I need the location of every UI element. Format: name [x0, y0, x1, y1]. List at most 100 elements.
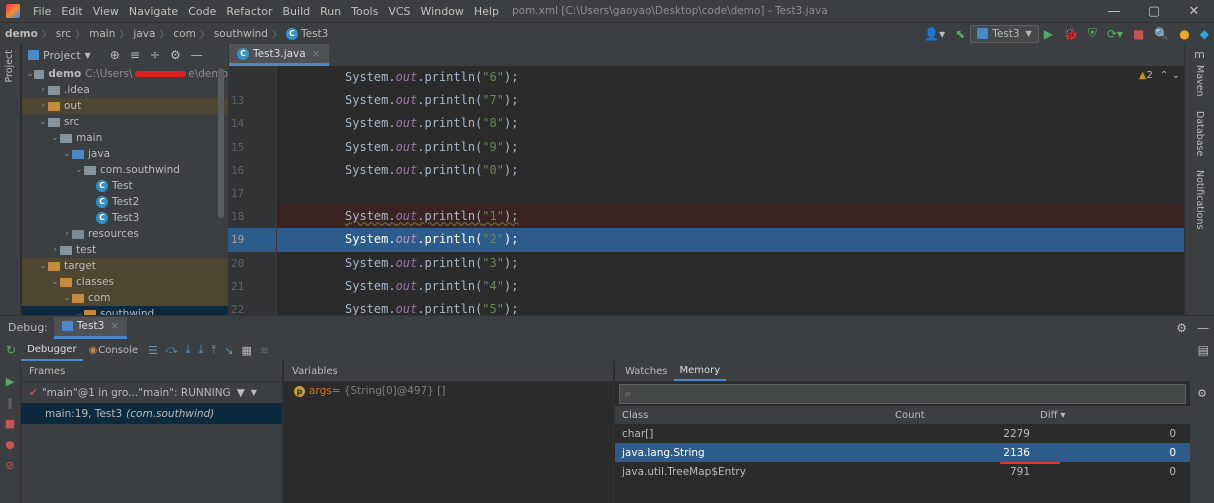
hide-icon[interactable]: — — [186, 48, 208, 62]
tree-item[interactable]: C Test3 — [22, 210, 228, 226]
search-icon[interactable]: 🔍 — [1149, 27, 1174, 41]
memory-row[interactable]: char[] 2279 0 — [615, 424, 1190, 443]
chevron-right-icon[interactable]: › — [50, 245, 60, 255]
tab-console[interactable]: ◉ Console — [83, 339, 144, 361]
breadcrumb-item[interactable]: Test3 — [301, 28, 328, 40]
chevron-down-icon[interactable]: ⌄ — [50, 277, 60, 287]
tree-item[interactable]: ⌄ classes — [22, 274, 228, 290]
evaluate-icon[interactable]: ▦ — [237, 344, 255, 357]
memory-row[interactable]: java.lang.String 2136 0 — [615, 443, 1190, 462]
run-to-cursor-icon[interactable]: ↘ — [220, 344, 237, 357]
breadcrumb-item[interactable]: demo — [5, 28, 38, 40]
expand-all-icon[interactable]: ≡ — [125, 48, 145, 62]
jetbrains-icon[interactable]: ◆ — [1195, 27, 1214, 41]
chevron-right-icon[interactable]: › — [62, 229, 72, 239]
update-icon[interactable]: ● — [1174, 27, 1194, 41]
menu-item[interactable]: Refactor — [221, 5, 277, 18]
tree-item[interactable]: › resources — [22, 226, 228, 242]
breadcrumb-item[interactable]: main — [89, 28, 115, 40]
chevron-down-icon[interactable]: ▼ — [251, 388, 257, 397]
right-stripe-button[interactable]: Database — [1194, 111, 1205, 156]
code-editor[interactable]: System.out.println("6"); System.out.print… — [276, 66, 1184, 315]
column-count[interactable]: Count — [895, 410, 1040, 421]
maximize-button[interactable]: ▢ — [1134, 4, 1174, 19]
breadcrumb-item[interactable]: src — [56, 28, 71, 40]
chevron-down-icon[interactable]: ⌄ — [38, 261, 48, 271]
pause-icon[interactable]: ‖ — [0, 396, 20, 409]
step-over-icon[interactable]: ⤼ — [162, 343, 182, 357]
minimize-button[interactable]: — — [1094, 4, 1134, 19]
project-panel-title[interactable]: Project — [43, 49, 81, 62]
menu-item[interactable]: View — [88, 5, 124, 18]
tree-item[interactable]: ⌄ southwind — [22, 306, 228, 315]
tree-item[interactable]: ⌄ com — [22, 290, 228, 306]
tree-item[interactable]: › .idea — [22, 82, 228, 98]
right-stripe-button[interactable]: Maven — [1194, 65, 1205, 97]
breadcrumb-item[interactable]: com — [173, 28, 195, 40]
profile-icon[interactable]: ⟳▾ — [1102, 27, 1128, 41]
menu-item[interactable]: Edit — [56, 5, 87, 18]
trace-icon[interactable]: ≋ — [256, 344, 273, 357]
column-diff[interactable]: Diff ▾ — [1040, 410, 1186, 421]
memory-row[interactable]: java.util.TreeMap$Entry 791 0 — [615, 462, 1190, 481]
close-icon[interactable]: × — [312, 48, 321, 60]
menu-item[interactable]: VCS — [383, 5, 415, 18]
view-breakpoints-icon[interactable]: ● — [0, 438, 20, 451]
chevron-down-icon[interactable]: ⌄ — [38, 117, 48, 127]
menu-item[interactable]: Build — [278, 5, 316, 18]
tree-item[interactable]: ⌄ com.southwind — [22, 162, 228, 178]
mute-breakpoints-icon[interactable]: ⊘ — [0, 459, 20, 472]
rerun-icon[interactable]: ↻ — [0, 343, 21, 357]
menu-item[interactable]: Help — [469, 5, 504, 18]
stop-icon[interactable]: ■ — [0, 417, 20, 430]
layout-icon[interactable]: ▤ — [1193, 343, 1214, 357]
prev-highlight-icon[interactable]: ⌃ — [1160, 70, 1168, 81]
hide-icon[interactable]: — — [1192, 321, 1214, 335]
chevron-down-icon[interactable]: ▼ — [85, 51, 91, 60]
tree-item[interactable]: ⌄ src — [22, 114, 228, 130]
class-search-input[interactable]: ⌕ — [619, 384, 1186, 404]
debug-config-tab[interactable]: Test3 × — [53, 316, 128, 339]
breadcrumb-item[interactable]: southwind — [214, 28, 268, 40]
tree-item[interactable]: › out — [22, 98, 228, 114]
tab-memory[interactable]: Memory — [673, 361, 727, 381]
menu-item[interactable]: Navigate — [124, 5, 183, 18]
close-button[interactable]: ✕ — [1174, 4, 1214, 19]
thread-selector[interactable]: ✔ "main"@1 in gro..."main": RUNNING ▼ ▼ — [21, 382, 282, 403]
tree-item[interactable]: C Test2 — [22, 194, 228, 210]
coverage-icon[interactable]: ⛨ — [1083, 26, 1102, 41]
chevron-down-icon[interactable]: ⌄ — [26, 69, 34, 79]
menu-item[interactable]: Code — [183, 5, 221, 18]
chevron-down-icon[interactable]: ⌄ — [74, 165, 84, 175]
stop-icon[interactable]: ■ — [1128, 27, 1149, 41]
chevron-down-icon[interactable]: ⌄ — [50, 133, 60, 143]
column-class[interactable]: Class — [615, 410, 895, 421]
tree-item[interactable]: › test — [22, 242, 228, 258]
chevron-down-icon[interactable]: ⌄ — [62, 293, 72, 303]
tree-item[interactable]: ⌄ java — [22, 146, 228, 162]
menu-item[interactable]: File — [28, 5, 56, 18]
user-icon[interactable]: 👤▾ — [919, 27, 950, 41]
tree-item[interactable]: ⌄ demo C:\Users\ e\demo — [22, 66, 228, 82]
locate-icon[interactable]: ⊕ — [105, 48, 125, 62]
tab-test3-java[interactable]: C Test3.java × — [229, 44, 329, 66]
chevron-right-icon[interactable]: › — [38, 101, 48, 111]
breadcrumb-item[interactable]: java — [133, 28, 155, 40]
menu-item[interactable]: Window — [416, 5, 469, 18]
gear-icon[interactable]: ⚙ — [1190, 387, 1214, 400]
tab-debugger[interactable]: Debugger — [21, 339, 83, 361]
stack-frame[interactable]: main:19, Test3 (com.southwind) — [21, 403, 282, 424]
tree-item[interactable]: C Test — [22, 178, 228, 194]
show-execution-point-icon[interactable]: ☰ — [144, 344, 162, 357]
step-out-icon[interactable]: ⤒ — [207, 343, 220, 357]
tab-watches[interactable]: Watches — [619, 361, 674, 381]
gear-icon[interactable]: ⚙ — [165, 48, 186, 62]
tree-scrollbar[interactable] — [218, 68, 224, 218]
run-config-select[interactable]: Test3 ▼ — [970, 24, 1039, 43]
right-stripe-button[interactable]: Notifications — [1194, 170, 1205, 229]
debug-icon[interactable]: 🐞 — [1058, 27, 1083, 41]
back-arrow-icon[interactable]: ⬉ — [950, 27, 970, 41]
menu-item[interactable]: Tools — [346, 5, 383, 18]
filter-icon[interactable]: ▼ — [237, 387, 245, 399]
tree-item[interactable]: ⌄ target — [22, 258, 228, 274]
